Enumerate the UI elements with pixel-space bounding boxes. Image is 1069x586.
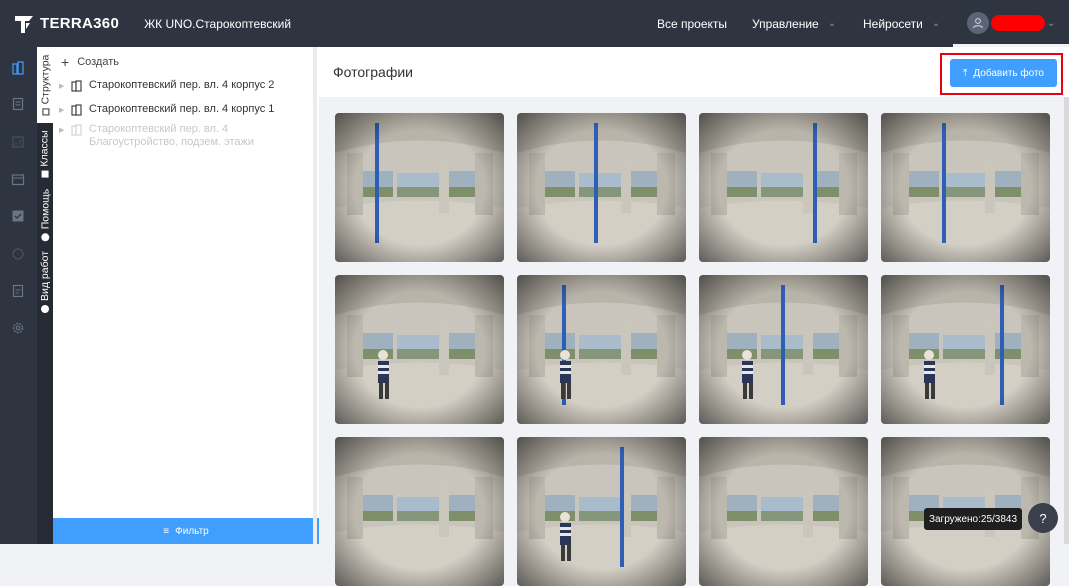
photo-thumbnail[interactable] <box>881 113 1050 262</box>
nav-neural-networks[interactable]: Нейросети ⌄ <box>863 0 940 47</box>
photo-thumbnail[interactable] <box>335 437 504 586</box>
upload-status-count: 25/3843 <box>980 513 1018 525</box>
tab-classes[interactable]: Классы <box>37 125 53 183</box>
tree-node: ▶ Старокоптевский пер. вл. 4 Благоустрой… <box>59 123 264 149</box>
photo-thumbnail[interactable] <box>699 113 868 262</box>
tree-node[interactable]: ▶ Старокоптевский пер. вл. 4 корпус 2 <box>59 79 274 92</box>
caret-right-icon[interactable]: ▶ <box>59 82 71 90</box>
tab-structure[interactable]: Структура <box>37 47 53 123</box>
caret-right-icon[interactable]: ▶ <box>59 106 71 114</box>
upload-status: Загружено: 25/3843 <box>924 508 1022 530</box>
logo[interactable]: TERRA360 <box>13 13 119 35</box>
photo-thumbnail[interactable] <box>699 275 868 424</box>
main-header: Фотографии ⤒ Добавить фото <box>319 47 1069 97</box>
nav-all-projects[interactable]: Все проекты <box>657 0 727 47</box>
upload-icon: ⤒ <box>963 67 968 79</box>
help-circle-icon <box>41 305 50 314</box>
building-icon <box>71 124 82 136</box>
photo-thumbnail[interactable] <box>517 113 686 262</box>
nav-neural-networks-label: Нейросети <box>863 16 923 31</box>
checklist-icon[interactable] <box>11 209 25 223</box>
upload-status-label: Загружено: <box>928 513 981 525</box>
tree-node[interactable]: ▶ Старокоптевский пер. вл. 4 корпус 1 <box>59 103 274 116</box>
document-icon[interactable] <box>11 97 25 111</box>
buildings-icon[interactable] <box>11 61 25 75</box>
photo-thumbnail[interactable] <box>335 113 504 262</box>
tree-node-label: Старокоптевский пер. вл. 4 Благоустройст… <box>89 123 255 148</box>
nav-management-label: Управление <box>752 16 819 31</box>
question-icon: ? <box>1039 510 1047 526</box>
tab-help[interactable]: Помощь <box>37 185 53 245</box>
project-title[interactable]: ЖК UNO.Старокоптевский <box>144 17 291 31</box>
page-title: Фотографии <box>333 64 414 80</box>
tree-node-label: Старокоптевский пер. вл. 4 корпус 2 <box>89 79 275 91</box>
flag-icon <box>41 170 49 178</box>
tab-help-label: Помощь <box>39 188 51 230</box>
square-icon <box>41 108 49 116</box>
chevron-down-icon: ⌄ <box>1047 17 1056 29</box>
user-icon <box>967 12 989 34</box>
caret-right-icon: ▶ <box>59 127 65 134</box>
create-label: Создать <box>77 56 119 68</box>
structure-panel: + Создать ▶ Старокоптевский пер. вл. 4 к… <box>53 47 319 544</box>
chart-icon[interactable] <box>11 135 25 149</box>
icon-rail <box>0 47 37 544</box>
building-icon <box>71 104 82 116</box>
photo-thumbnail[interactable] <box>517 275 686 424</box>
add-photo-label: Добавить фото <box>973 67 1044 79</box>
user-menu[interactable]: ⌄ <box>967 12 1055 34</box>
top-bar: TERRA360 ЖК UNO.Старокоптевский Все прое… <box>0 0 1069 47</box>
photo-thumbnail[interactable] <box>335 275 504 424</box>
tab-work-type[interactable]: Вид работ <box>37 247 53 317</box>
tree-node-label: Старокоптевский пер. вл. 4 корпус 1 <box>89 103 275 115</box>
photo-thumbnail[interactable] <box>517 437 686 586</box>
chevron-down-icon: ⌄ <box>827 18 837 29</box>
vertical-tabs: Структура Классы Помощь Вид работ <box>37 47 53 544</box>
settings-icon[interactable] <box>11 321 25 335</box>
building-icon <box>71 80 82 92</box>
create-button[interactable]: + Создать <box>61 54 119 70</box>
help-button[interactable]: ? <box>1028 503 1058 533</box>
calendar-icon[interactable] <box>11 172 25 186</box>
help-circle-icon <box>41 233 50 242</box>
main-content: Фотографии ⤒ Добавить фото <box>319 47 1069 586</box>
nav-management[interactable]: Управление ⌄ <box>752 0 836 47</box>
add-photo-button[interactable]: ⤒ Добавить фото <box>950 59 1057 87</box>
photo-thumbnail[interactable] <box>699 437 868 586</box>
chevron-down-icon: ⌄ <box>931 18 941 29</box>
user-name-redacted <box>991 15 1045 31</box>
logo-text: TERRA360 <box>40 15 120 32</box>
filter-icon: ≡ <box>163 525 170 537</box>
terra-logo-icon <box>15 15 33 33</box>
plus-icon: + <box>61 54 70 70</box>
tab-classes-label: Классы <box>39 130 52 167</box>
tab-structure-label: Структура <box>39 54 52 105</box>
gauge-icon[interactable] <box>11 247 25 261</box>
panel-scrollbar[interactable] <box>313 47 317 544</box>
tab-work-type-label: Вид работ <box>39 250 51 302</box>
report-icon[interactable] <box>11 284 25 298</box>
nav-all-projects-label: Все проекты <box>657 16 728 31</box>
photo-thumbnail[interactable] <box>881 275 1050 424</box>
filter-button[interactable]: ≡ Фильтр <box>53 518 319 544</box>
filter-label: Фильтр <box>175 525 209 537</box>
main-scrollbar[interactable] <box>1064 97 1069 544</box>
